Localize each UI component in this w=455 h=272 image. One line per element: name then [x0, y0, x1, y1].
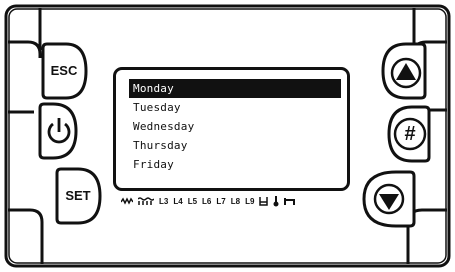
control-panel: ESC SET # Monday Tuesday Wednesday Thurs… — [0, 0, 455, 272]
tap-icon — [284, 197, 296, 205]
set-label: SET — [65, 188, 91, 203]
status-label-l7: L7 — [216, 196, 226, 206]
menu-item-thursday[interactable]: Thursday — [129, 136, 341, 155]
hash-button[interactable]: # — [398, 123, 422, 146]
lcd-screen: Monday Tuesday Wednesday Thursday Friday — [113, 67, 350, 191]
menu-item-friday[interactable]: Friday — [129, 155, 341, 174]
esc-button[interactable]: ESC — [47, 63, 81, 78]
zigzag-icon — [138, 197, 154, 205]
status-label-l5: L5 — [187, 196, 198, 206]
menu-item-tuesday[interactable]: Tuesday — [129, 98, 341, 117]
status-bar: L3 L4 L5 L6 L7 L8 L9 — [121, 195, 296, 207]
hash-label: # — [404, 123, 416, 145]
esc-label: ESC — [50, 63, 78, 78]
up-button[interactable] — [385, 46, 425, 96]
menu-item-monday[interactable]: Monday — [129, 79, 341, 98]
status-label-l8: L8 — [230, 196, 241, 206]
set-button[interactable]: SET — [61, 188, 95, 203]
power-button[interactable] — [42, 106, 76, 156]
status-label-l9: L9 — [245, 196, 255, 206]
heater-icon — [121, 197, 133, 205]
status-label-l4: L4 — [173, 196, 183, 206]
day-menu: Monday Tuesday Wednesday Thursday Friday — [129, 79, 341, 174]
tank-icon — [259, 197, 269, 206]
status-label-l3: L3 — [159, 196, 169, 206]
thermometer-icon — [273, 195, 279, 206]
down-button[interactable] — [366, 174, 412, 224]
status-label-l6: L6 — [202, 196, 212, 206]
menu-item-wednesday[interactable]: Wednesday — [129, 117, 341, 136]
